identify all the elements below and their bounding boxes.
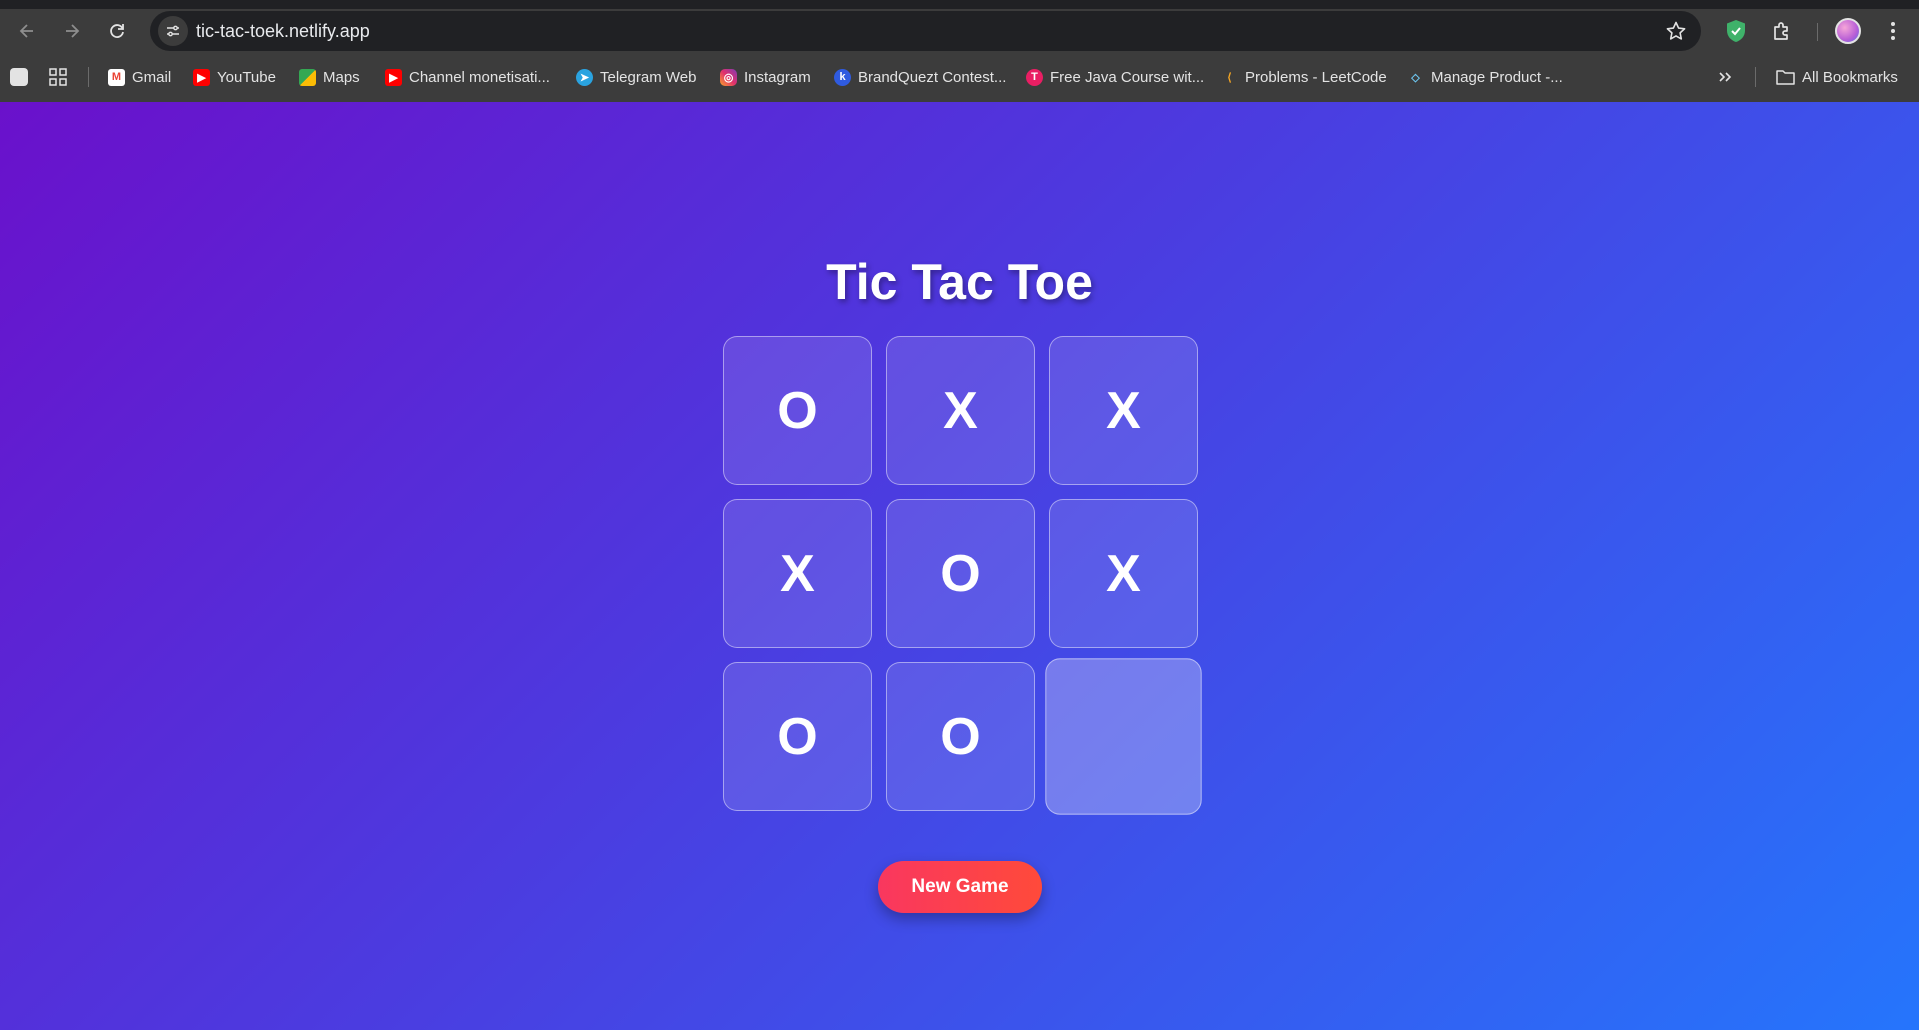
toolbar-divider <box>1817 23 1818 41</box>
bookmark-label: Manage Product -... <box>1431 68 1563 86</box>
bookmark-label: BrandQuezt Contest... <box>858 68 1007 86</box>
leetcode-icon: ⟨ <box>1227 71 1232 84</box>
site-info-icon[interactable] <box>158 16 188 46</box>
bookmark-youtube[interactable]: ▶ YouTube <box>193 64 276 90</box>
board-cell-2[interactable]: X <box>886 336 1035 485</box>
bookmark-manage-product[interactable]: ◇ Manage Product -... <box>1407 64 1563 90</box>
back-button[interactable] <box>10 14 44 48</box>
folder-icon <box>1776 70 1795 85</box>
tab-strip <box>0 0 1919 9</box>
page-title: Tic Tac Toe <box>826 254 1093 310</box>
more-bookmarks-chevron-icon[interactable] <box>1718 64 1732 90</box>
gmail-icon: M <box>108 68 125 86</box>
reload-icon <box>110 24 124 38</box>
java-course-icon: T <box>1026 68 1043 86</box>
instagram-icon: ◎ <box>720 68 737 86</box>
bookmark-label: Gmail <box>132 68 172 86</box>
forward-button[interactable] <box>55 14 89 48</box>
address-bar[interactable]: tic-tac-toek.netlify.app <box>150 11 1701 51</box>
board-cell-4[interactable]: X <box>723 499 872 648</box>
board-cell-8[interactable]: O <box>886 662 1035 811</box>
bookmark-channel-monetisation[interactable]: ▶ Channel monetisati... <box>385 64 550 90</box>
bookmark-label: YouTube <box>217 68 276 86</box>
maps-icon <box>299 68 316 86</box>
shield-extension-icon[interactable] <box>1720 15 1752 47</box>
bookmark-label: Maps <box>323 68 360 86</box>
bookmark-leetcode[interactable]: ⟨ Problems - LeetCode <box>1221 64 1387 90</box>
bookmark-star-icon[interactable] <box>1665 20 1687 42</box>
tab-groups-icon[interactable] <box>10 64 28 90</box>
game-page: Tic Tac Toe O X X X O X O O New Game <box>0 102 1919 1030</box>
board-cell-3[interactable]: X <box>1049 336 1198 485</box>
youtube-icon: ▶ <box>193 68 210 86</box>
bookmark-maps[interactable]: Maps <box>299 64 360 90</box>
all-bookmarks-folder[interactable]: All Bookmarks <box>1776 64 1898 90</box>
forward-arrow-icon <box>66 24 80 38</box>
board-cell-6[interactable]: X <box>1049 499 1198 648</box>
browser-toolbar: tic-tac-toek.netlify.app <box>0 9 1919 53</box>
bookmarks-bar: M Gmail ▶ YouTube Maps ▶ Channel monetis… <box>0 53 1919 102</box>
game-board: O X X X O X O O <box>723 336 1202 815</box>
bookmark-telegram[interactable]: ➤ Telegram Web <box>576 64 696 90</box>
new-game-button[interactable]: New Game <box>878 861 1042 913</box>
browser-chrome: tic-tac-toek.netlify.app M Gmail ▶ YouTu… <box>0 0 1919 102</box>
manage-product-icon: ◇ <box>1411 71 1420 84</box>
bookmark-label: Telegram Web <box>600 68 697 86</box>
telegram-icon: ➤ <box>576 68 593 86</box>
apps-grid-icon[interactable] <box>49 64 67 90</box>
board-cell-5[interactable]: O <box>886 499 1035 648</box>
back-arrow-icon <box>19 24 33 38</box>
bookmark-label: Instagram <box>744 68 811 86</box>
bookmark-brandquezt[interactable]: k BrandQuezt Contest... <box>834 64 1006 90</box>
bookmark-java-course[interactable]: T Free Java Course wit... <box>1026 64 1204 90</box>
board-cell-1[interactable]: O <box>723 336 872 485</box>
url-text[interactable]: tic-tac-toek.netlify.app <box>196 21 370 42</box>
bookmark-gmail[interactable]: M Gmail <box>108 64 171 90</box>
menu-kebab-icon[interactable] <box>1877 15 1909 47</box>
profile-avatar-icon[interactable] <box>1832 15 1864 47</box>
reload-button[interactable] <box>100 14 134 48</box>
bookmark-label: Problems - LeetCode <box>1245 68 1387 86</box>
board-cell-9[interactable] <box>1045 658 1202 815</box>
board-cell-7[interactable]: O <box>723 662 872 811</box>
bookmarks-divider <box>88 67 89 87</box>
bookmark-instagram[interactable]: ◎ Instagram <box>720 64 811 90</box>
all-bookmarks-label: All Bookmarks <box>1802 68 1898 86</box>
brandquezt-icon: k <box>834 68 851 86</box>
bookmark-label: Free Java Course wit... <box>1050 68 1205 86</box>
extensions-puzzle-icon[interactable] <box>1766 15 1798 47</box>
youtube-icon: ▶ <box>385 68 402 86</box>
bookmarks-divider <box>1755 67 1756 87</box>
bookmark-label: Channel monetisati... <box>409 68 550 86</box>
